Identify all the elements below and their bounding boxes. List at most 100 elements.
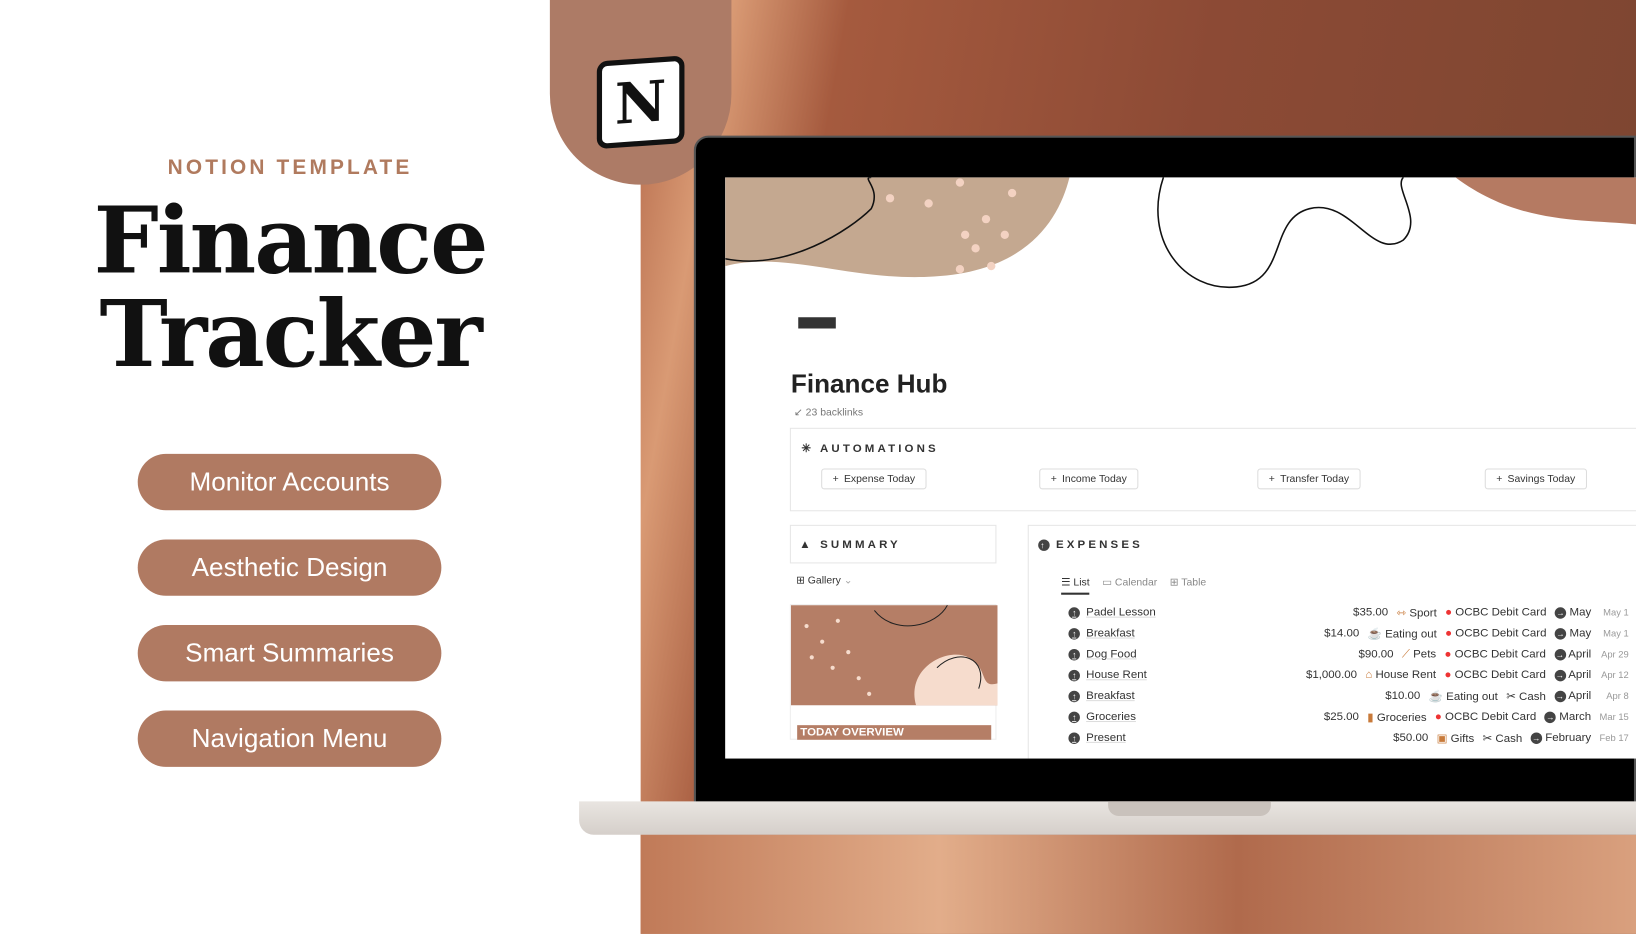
month-tag[interactable]: → February xyxy=(1530,731,1592,744)
arrow-up-circle-icon: ↑ xyxy=(1038,539,1050,551)
arrow-right-circle-icon: → xyxy=(1554,607,1567,619)
category-label: Eating out xyxy=(1446,690,1498,703)
expense-row[interactable]: ↑ Present $50.00 ▣ Gifts ✂ Cash → Februar… xyxy=(1060,727,1629,748)
account-label: OCBC Debit Card xyxy=(1455,606,1547,619)
category-label: House Rent xyxy=(1375,668,1437,682)
notion-logo-icon: N xyxy=(596,55,685,150)
expense-name[interactable]: Present xyxy=(1086,731,1126,744)
expense-date: Apr 8 xyxy=(1606,690,1629,702)
cash-icon: ✂ xyxy=(1506,690,1516,703)
category-tag[interactable]: ⌂ House Rent xyxy=(1365,669,1436,682)
month-tag[interactable]: → May xyxy=(1554,627,1592,640)
account-label: OCBC Debit Card xyxy=(1445,710,1537,724)
expense-amount: $1,000.00 xyxy=(1305,668,1358,682)
tab-calendar[interactable]: ▭ Calendar xyxy=(1102,577,1157,595)
feature-pill: Monitor Accounts xyxy=(137,453,442,511)
expense-row[interactable]: ↑ Breakfast $14.00 ☕ Eating out ● OCBC De… xyxy=(1060,623,1629,644)
month-tag[interactable]: → March xyxy=(1544,711,1591,724)
expense-row[interactable]: ↑ Groceries $25.00 ▮ Groceries ● OCBC Deb… xyxy=(1060,706,1629,727)
month-tag[interactable]: → April xyxy=(1554,669,1591,682)
expense-row[interactable]: ↑ Dog Food $90.00 ⟋ Pets ● OCBC Debit Car… xyxy=(1060,644,1629,665)
account-label: Cash xyxy=(1495,731,1523,745)
expense-today-button[interactable]: + Expense Today xyxy=(821,468,927,490)
account-label: OCBC Debit Card xyxy=(1455,627,1547,640)
arrow-right-circle-icon: → xyxy=(1554,628,1567,640)
page-title: Finance Hub xyxy=(790,369,948,399)
expense-name[interactable]: Dog Food xyxy=(1086,648,1136,661)
tab-label: Table xyxy=(1181,577,1207,589)
page-icon-cash-register: ▬ xyxy=(798,294,836,338)
button-label: Transfer Today xyxy=(1280,473,1350,485)
category-tag[interactable]: ⇿ Sport xyxy=(1397,606,1437,620)
expense-amount: $25.00 xyxy=(1323,710,1359,724)
arrow-up-circle-icon: ↑ xyxy=(1068,669,1080,681)
ocbc-logo-icon: ● xyxy=(1444,668,1452,682)
plus-icon: + xyxy=(1496,473,1503,485)
title-line: Tracker xyxy=(99,279,482,389)
ocbc-logo-icon: ● xyxy=(1445,627,1453,640)
month-label: April xyxy=(1568,647,1592,661)
expense-amount: $90.00 xyxy=(1358,647,1394,661)
card-title: TODAY OVERVIEW xyxy=(797,725,992,740)
category-tag[interactable]: ☕ Eating out xyxy=(1429,689,1498,703)
category-label: Eating out xyxy=(1385,627,1437,641)
account-label: OCBC Debit Card xyxy=(1454,668,1546,682)
account-tag[interactable]: ● OCBC Debit Card xyxy=(1444,669,1545,682)
tab-table[interactable]: ⊞ Table xyxy=(1170,577,1206,595)
account-label: OCBC Debit Card xyxy=(1454,647,1546,661)
category-tag[interactable]: ▣ Gifts xyxy=(1437,731,1475,745)
expense-row[interactable]: ↑ House Rent $1,000.00 ⌂ House Rent ● OCB… xyxy=(1060,665,1629,686)
logo-letter: N xyxy=(614,67,667,138)
expense-date: Feb 17 xyxy=(1599,732,1629,743)
account-tag[interactable]: ✂ Cash xyxy=(1483,731,1523,745)
expense-name[interactable]: Groceries xyxy=(1086,711,1136,724)
account-tag[interactable]: ● OCBC Debit Card xyxy=(1444,648,1545,661)
month-label: May xyxy=(1569,627,1592,640)
tab-label: Calendar xyxy=(1114,577,1158,589)
category-label: Sport xyxy=(1409,606,1437,620)
promo-title: Finance Tracker xyxy=(0,193,580,381)
account-tag[interactable]: ✂ Cash xyxy=(1506,689,1546,703)
button-label: Income Today xyxy=(1062,473,1127,485)
category-icon: ☕ xyxy=(1367,627,1382,641)
expense-name[interactable]: Breakfast xyxy=(1086,627,1134,640)
income-today-button[interactable]: + Income Today xyxy=(1039,468,1139,490)
expense-amount: $35.00 xyxy=(1353,606,1389,619)
expense-row[interactable]: ↑ Breakfast $10.00 ☕ Eating out ✂ Cash → … xyxy=(1060,686,1629,707)
transfer-today-button[interactable]: + Transfer Today xyxy=(1257,468,1361,490)
arrow-right-circle-icon: → xyxy=(1554,669,1566,682)
today-overview-card[interactable]: TODAY OVERVIEW xyxy=(789,604,998,740)
arrow-right-circle-icon: → xyxy=(1530,732,1543,744)
notion-page: ▬ Finance Hub ↙ 23 backlinks ✳ AUTOMATIO… xyxy=(725,177,1636,759)
account-tag[interactable]: ● OCBC Debit Card xyxy=(1435,711,1536,724)
tab-list[interactable]: ☰ List xyxy=(1061,577,1090,595)
expense-name[interactable]: House Rent xyxy=(1086,669,1147,682)
gallery-view-tab[interactable]: ⊞ Gallery ⌄ xyxy=(796,575,852,586)
account-tag[interactable]: ● OCBC Debit Card xyxy=(1445,627,1546,640)
backlinks-label: 23 backlinks xyxy=(805,406,864,419)
feature-pill: Navigation Menu xyxy=(137,710,442,767)
month-tag[interactable]: → April xyxy=(1554,690,1591,703)
savings-today-button[interactable]: + Savings Today xyxy=(1484,468,1587,490)
expense-name[interactable]: Padel Lesson xyxy=(1086,606,1156,619)
month-label: February xyxy=(1545,731,1592,744)
expense-amount: $10.00 xyxy=(1385,689,1421,703)
expense-row[interactable]: ↑ Padel Lesson $35.00 ⇿ Sport ● OCBC Debi… xyxy=(1060,602,1629,623)
month-tag[interactable]: → May xyxy=(1554,606,1591,619)
category-tag[interactable]: ⟋ Pets xyxy=(1402,647,1436,661)
month-tag[interactable]: → April xyxy=(1554,648,1591,661)
category-icon: ⇿ xyxy=(1396,606,1407,620)
category-tag[interactable]: ☕ Eating out xyxy=(1368,627,1437,641)
backlinks-link[interactable]: ↙ 23 backlinks xyxy=(794,407,863,418)
expense-date: May 1 xyxy=(1603,628,1629,639)
mountain-icon: ▲ xyxy=(799,538,814,551)
automations-label: AUTOMATIONS xyxy=(819,442,939,455)
expenses-heading: ↑ EXPENSES xyxy=(1038,538,1143,551)
account-tag[interactable]: ● OCBC Debit Card xyxy=(1445,606,1546,619)
category-tag[interactable]: ▮ Groceries xyxy=(1367,710,1426,724)
arrow-up-circle-icon: ↑ xyxy=(1068,627,1080,640)
expenses-label: EXPENSES xyxy=(1055,538,1143,551)
view-label: Gallery xyxy=(807,574,841,587)
arrow-up-circle-icon: ↑ xyxy=(1068,711,1080,723)
expense-name[interactable]: Breakfast xyxy=(1086,690,1134,703)
